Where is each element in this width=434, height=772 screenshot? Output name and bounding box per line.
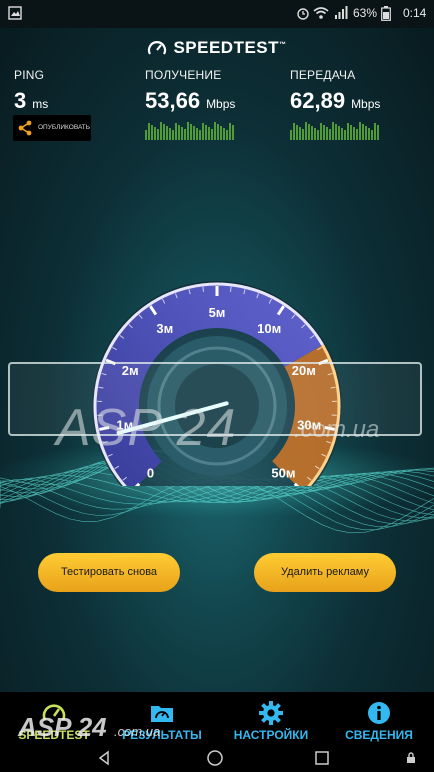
lock-icon	[407, 752, 415, 763]
share-button[interactable]: ОПУБЛИКОВАТЬ	[13, 115, 91, 141]
back-icon[interactable]	[96, 750, 112, 766]
wifi-icon	[313, 7, 329, 19]
image-icon	[8, 6, 22, 20]
clock: 0:14	[403, 6, 427, 20]
tab-settings[interactable]: НАСТРОЙКИ	[217, 692, 325, 744]
tab-label: НАСТРОЙКИ	[233, 728, 309, 742]
gear-icon	[259, 701, 283, 725]
home-icon[interactable]	[206, 749, 224, 767]
watermark-text: ASP 24	[56, 399, 237, 457]
info-icon	[368, 702, 390, 724]
status-bar: 63% 0:14	[0, 0, 434, 28]
remove-ads-button[interactable]: Удалить рекламу	[254, 553, 396, 592]
tab-label: СВЕДЕНИЯ	[345, 728, 413, 742]
retest-button[interactable]: Тестировать снова	[38, 553, 180, 592]
upload-graph	[290, 122, 379, 140]
watermark-domain: .com.ua	[294, 416, 380, 443]
upload-label: ПЕРЕДАЧА	[290, 68, 356, 82]
bottom-watermark-domain: .com.ua	[114, 724, 161, 739]
gauge-tick-label: 50м	[271, 465, 295, 480]
share-label: ОПУБЛИКОВАТЬ	[38, 124, 91, 131]
battery-icon	[381, 6, 391, 21]
results-icon	[151, 706, 173, 722]
bottom-watermark-logo: ASP 24	[18, 712, 107, 742]
download-graph	[145, 122, 234, 140]
download-value: 53,66 Mbps	[145, 88, 236, 113]
gauge-tick-label: 0	[147, 465, 154, 480]
tab-info[interactable]: СВЕДЕНИЯ	[325, 692, 433, 744]
gauge-tick-label: 3м	[156, 321, 173, 336]
speedometer-logo-icon	[148, 41, 167, 55]
signal-icon	[335, 6, 348, 19]
battery-percent: 63%	[353, 6, 378, 20]
download-label: ПОЛУЧЕНИЕ	[145, 68, 222, 82]
gauge-tick-label: 10м	[257, 321, 281, 336]
app-title: SPEEDTEST	[173, 38, 280, 57]
upload-value: 62,89 Mbps	[290, 88, 381, 113]
android-nav-bar	[0, 744, 434, 772]
gauge-tick-label: 5м	[209, 305, 226, 320]
recents-icon[interactable]	[314, 750, 330, 766]
alarm-icon	[297, 8, 309, 20]
app-logo: SPEEDTEST™	[0, 38, 434, 58]
speedtest-screen: SPEEDTEST™ PING 3 ms ПОЛУЧЕНИЕ 53,66 Mbps …	[0, 28, 434, 692]
ping-label: PING	[14, 68, 45, 82]
ping-value: 3 ms	[14, 88, 49, 113]
share-icon	[18, 120, 32, 136]
